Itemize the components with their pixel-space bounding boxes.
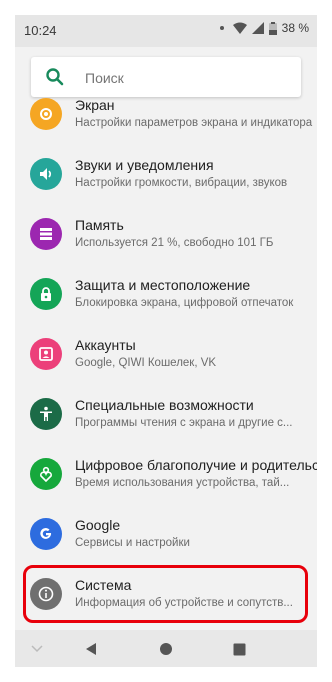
chevron-down-icon bbox=[31, 645, 43, 653]
settings-item-title: Специальные возможности bbox=[75, 397, 254, 413]
wellbeing-icon bbox=[30, 458, 62, 490]
notification-dot-icon bbox=[219, 26, 224, 30]
status-icons: 38 % bbox=[219, 21, 309, 35]
home-icon bbox=[160, 643, 172, 655]
settings-item-subtitle: Используется 21 %, свободно 101 ГБ bbox=[75, 237, 274, 249]
recents-icon bbox=[233, 643, 245, 655]
settings-item-title: Память bbox=[75, 217, 124, 233]
settings-item-google[interactable]: Google Сервисы и настройки bbox=[15, 506, 317, 562]
settings-item-title: Цифровое благополучие и родительс... bbox=[75, 457, 317, 473]
settings-item-title: Аккаунты bbox=[75, 337, 136, 353]
sound-icon bbox=[30, 158, 62, 190]
settings-item-subtitle: Программы чтения с экрана и другие с... bbox=[75, 417, 293, 429]
status-bar: 10:24 38 % bbox=[15, 15, 317, 47]
home-button[interactable] bbox=[156, 639, 176, 659]
account-icon bbox=[30, 338, 62, 370]
google-icon bbox=[30, 518, 62, 550]
settings-item-wellbeing[interactable]: Цифровое благополучие и родительс... Вре… bbox=[15, 446, 317, 502]
settings-item-title: Защита и местоположение bbox=[75, 277, 251, 293]
settings-item-subtitle: Настройки громкости, вибрации, звуков bbox=[75, 177, 288, 189]
settings-item-accounts[interactable]: Аккаунты Google, QIWI Кошелек, VK bbox=[15, 326, 317, 382]
navigation-bar bbox=[15, 630, 317, 667]
highlight-frame bbox=[23, 565, 308, 623]
settings-item-subtitle: Настройки параметров экрана и индикатора bbox=[75, 117, 313, 129]
lock-icon bbox=[30, 278, 62, 310]
recents-button[interactable] bbox=[229, 639, 249, 659]
accessibility-icon bbox=[30, 398, 62, 430]
signal-icon bbox=[251, 22, 264, 34]
display-icon bbox=[30, 98, 62, 130]
back-icon bbox=[86, 643, 96, 655]
status-time: 10:24 bbox=[24, 23, 57, 38]
settings-item-subtitle: Блокировка экрана, цифровой отпечаток bbox=[75, 297, 294, 309]
settings-item-title: Звуки и уведомления bbox=[75, 157, 214, 173]
settings-item-subtitle: Сервисы и настройки bbox=[75, 537, 190, 549]
settings-item-accessibility[interactable]: Специальные возможности Программы чтения… bbox=[15, 386, 317, 442]
settings-item-subtitle: Время использования устройства, тай... bbox=[75, 477, 290, 489]
settings-item-subtitle: Google, QIWI Кошелек, VK bbox=[75, 357, 217, 369]
search-icon bbox=[46, 68, 64, 86]
storage-icon bbox=[30, 218, 62, 250]
hide-keyboard-button[interactable] bbox=[27, 639, 47, 659]
back-button[interactable] bbox=[81, 639, 101, 659]
battery-icon bbox=[268, 21, 277, 35]
phone-screen: 10:24 38 % Э bbox=[15, 15, 317, 667]
settings-item-storage[interactable]: Память Используется 21 %, свободно 101 Г… bbox=[15, 206, 317, 262]
settings-item-display[interactable]: Экран Настройки параметров экрана и инди… bbox=[15, 86, 317, 142]
settings-item-sound[interactable]: Звуки и уведомления Настройки громкости,… bbox=[15, 146, 317, 202]
settings-item-title: Google bbox=[75, 517, 121, 533]
wifi-icon bbox=[232, 22, 247, 34]
settings-item-security[interactable]: Защита и местоположение Блокировка экран… bbox=[15, 266, 317, 322]
battery-level: 38 % bbox=[281, 21, 309, 35]
settings-item-title: Экран bbox=[75, 97, 115, 113]
